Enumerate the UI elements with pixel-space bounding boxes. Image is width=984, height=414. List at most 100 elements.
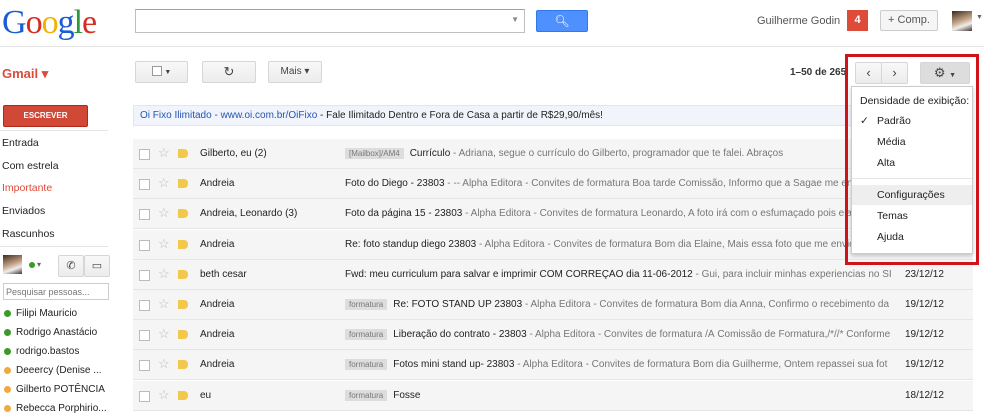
important-marker-icon[interactable] [178,239,188,249]
email-snippet: - Alpha Editora - Convites de formatura … [462,208,860,220]
email-label[interactable]: formatura [345,389,388,401]
email-label[interactable]: formatura [345,329,388,341]
ad-link[interactable]: Oi Fixo Ilimitado - www.oi.com.br/OiFixo [140,110,317,121]
email-subject: Foto da página 15 - 23803 [345,208,463,220]
ad-text: - Fale Ilimitado Dentro e Fora de Casa a… [317,110,603,121]
important-marker-icon[interactable] [178,330,188,340]
chat-contact[interactable]: Rodrigo Anastácio [4,327,97,338]
newer-button[interactable]: ‹ [855,62,882,84]
chat-contact[interactable]: Gilberto POTÊNCIA [4,384,105,395]
row-checkbox[interactable] [139,179,150,191]
important-marker-icon[interactable] [178,269,188,279]
search-icon: 🔍︎ [554,14,570,28]
email-subject: Foto do Diego - 23803 [345,178,445,190]
sidebar-item-starred[interactable]: Com estrela [2,160,59,172]
row-checkbox[interactable] [139,330,150,342]
email-label[interactable]: formatura [345,299,388,310]
status-dot-icon [4,309,11,317]
settings-button[interactable]: ⚙ ▼ [920,62,970,84]
star-icon[interactable]: ☆ [158,356,170,372]
status-dot-icon [4,347,11,355]
gmail-menu[interactable]: Gmail ▾ [2,66,48,82]
star-icon[interactable]: ☆ [158,266,170,282]
search-input[interactable]: ▼ [135,9,525,33]
email-snippet: - Alpha Editora - Convites de formatura … [526,329,891,341]
user-name[interactable]: Guilherme Godin [757,15,840,27]
star-icon[interactable]: ☆ [158,205,170,221]
row-checkbox[interactable] [139,149,150,160]
notifications-badge[interactable]: 4 [847,10,868,31]
call-button[interactable]: ✆ [58,255,84,277]
email-snippet: - -- Alpha Editora - Convites de formatu… [444,178,871,190]
more-button[interactable]: Mais ▾ [268,61,322,83]
avatar[interactable] [952,11,972,31]
row-checkbox[interactable] [139,239,150,251]
chevron-down-icon: ▼ [164,69,172,76]
chat-avatar[interactable] [3,255,22,274]
important-marker-icon[interactable] [178,149,188,158]
email-subject: Fosse [393,389,421,401]
people-search-input[interactable] [3,283,109,300]
google-logo[interactable]: Google [2,4,97,42]
email-row[interactable]: ☆ Andreia formatura Liberação do contrato… [133,320,973,351]
chat-contact[interactable]: Deeercy (Denise ... [4,365,102,376]
sidebar-item-important[interactable]: Importante [2,182,52,194]
chat-status-menu[interactable]: ▾ [29,260,41,269]
email-subject: Re: foto standup diego 23803 [345,238,477,250]
row-checkbox[interactable] [139,300,150,311]
star-icon[interactable]: ☆ [158,145,170,161]
sidebar-item-drafts[interactable]: Rascunhos [2,228,55,240]
email-row[interactable]: ☆ Andreia formatura Fotos mini stand up- … [133,350,973,381]
important-marker-icon[interactable] [178,360,188,370]
contact-name: rodrigo.bastos [16,346,80,357]
chat-contact[interactable]: Rebecca Porphirio... [4,403,107,414]
status-dot-icon [4,328,11,336]
compose-button[interactable]: ESCREVER [3,105,88,127]
email-sender: beth cesar [200,268,247,280]
star-icon[interactable]: ☆ [158,296,170,312]
sidebar-item-inbox[interactable]: Entrada [2,137,39,149]
email-subject-line: Fwd: meu curriculum para salvar e imprim… [345,269,984,280]
email-label[interactable]: [Mailbox]/AM4 [345,148,404,159]
gear-icon: ⚙ [933,65,946,80]
star-icon[interactable]: ☆ [158,236,170,252]
email-date: 19/12/12 [905,299,944,310]
star-icon[interactable]: ☆ [158,326,170,342]
email-sender: Andreia [200,299,235,310]
status-dot-icon [4,385,11,393]
row-checkbox[interactable] [139,390,150,402]
sidebar-item-sent[interactable]: Enviados [2,205,45,217]
email-subject: Liberação do contrato - 23803 [393,329,527,341]
star-icon[interactable]: ☆ [158,387,170,403]
important-marker-icon[interactable] [178,390,188,400]
row-checkbox[interactable] [139,209,150,221]
row-checkbox[interactable] [139,269,150,281]
email-sender: Andreia [200,238,235,250]
email-date: 18/12/12 [905,389,944,401]
email-row[interactable]: ☆ eu formatura Fosse 18/12/12 [133,380,973,411]
chat-contact[interactable]: rodrigo.bastos [4,346,79,357]
star-icon[interactable]: ☆ [158,175,170,191]
share-button[interactable]: + Comp. [880,10,938,31]
contact-name: Filipi Mauricio [16,308,78,319]
older-button[interactable]: › [881,62,908,84]
email-label[interactable]: formatura [345,359,388,371]
email-sender: Andreia, Leonardo (3) [200,208,298,220]
email-subject-line: formatura Fotos mini stand up- 23803 - Al… [345,359,984,371]
header-divider [0,46,984,47]
email-sender: eu [200,389,212,401]
search-options-icon[interactable]: ▼ [511,15,519,24]
important-marker-icon[interactable] [178,300,188,309]
search-button[interactable]: 🔍︎ [536,10,588,32]
important-marker-icon[interactable] [178,209,188,219]
sidebar-divider [0,246,108,247]
chat-button[interactable]: ▭ [84,255,110,277]
row-checkbox[interactable] [139,360,150,372]
account-chevron-down-icon[interactable]: ▼ [976,14,983,21]
refresh-button[interactable]: ↻ [202,61,256,83]
email-row[interactable]: ☆ Andreia formatura Re: FOTO STAND UP 238… [133,290,973,320]
select-checkbox-button[interactable]: ▼ [135,61,188,83]
chat-contact[interactable]: Filipi Mauricio [4,308,77,319]
email-snippet: - Adriana, segue o currículo do Gilberto… [450,148,784,159]
important-marker-icon[interactable] [178,179,188,189]
